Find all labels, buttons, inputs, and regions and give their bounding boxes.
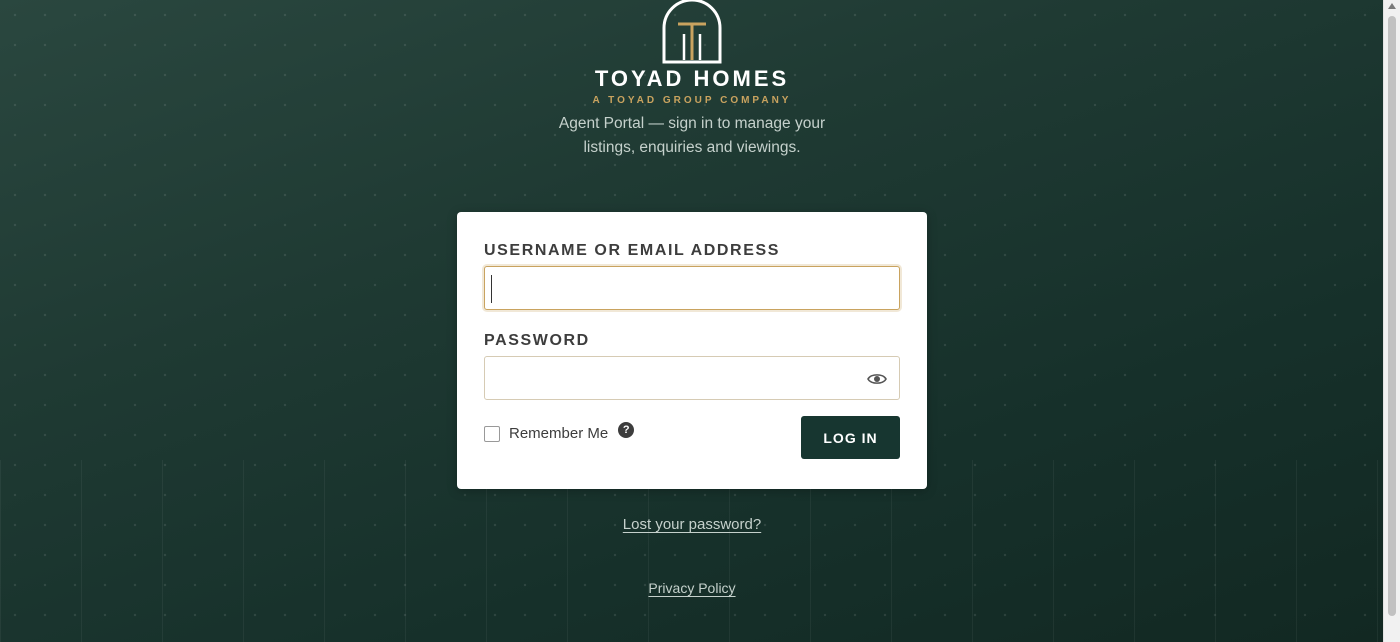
remember-me[interactable]: Remember Me ? xyxy=(484,421,635,442)
password-input[interactable] xyxy=(484,356,900,400)
lost-password-link[interactable]: Lost your password? xyxy=(623,516,761,533)
login-button[interactable]: LOG IN xyxy=(801,416,900,459)
help-icon[interactable]: ? xyxy=(618,421,635,438)
login-card: USERNAME OR EMAIL ADDRESS PASSWORD Remem… xyxy=(457,212,927,489)
text-caret xyxy=(491,275,492,303)
brand-name: TOYAD HOMES xyxy=(594,66,790,91)
username-input[interactable] xyxy=(484,266,900,310)
remember-checkbox[interactable] xyxy=(484,425,500,442)
eye-icon[interactable] xyxy=(867,371,887,387)
scrollbar[interactable] xyxy=(1383,0,1400,642)
username-label: USERNAME OR EMAIL ADDRESS xyxy=(484,242,781,259)
remember-label: Remember Me xyxy=(509,425,609,442)
scroll-thumb[interactable] xyxy=(1388,16,1396,616)
privacy-policy-link[interactable]: Privacy Policy xyxy=(648,580,735,596)
toyad-logo-icon xyxy=(662,0,722,64)
scroll-up-icon[interactable] xyxy=(1388,3,1396,9)
brand-tagline: A TOYAD GROUP COMPANY xyxy=(592,95,792,106)
privacy-row: Privacy Policy xyxy=(0,580,1384,596)
password-label: PASSWORD xyxy=(484,332,590,349)
brand-header: TOYAD HOMES A TOYAD GROUP COMPANY Agent … xyxy=(0,0,1384,160)
portal-description: Agent Portal — sign in to manage your li… xyxy=(558,115,826,156)
lost-password-row: Lost your password? xyxy=(0,516,1384,533)
